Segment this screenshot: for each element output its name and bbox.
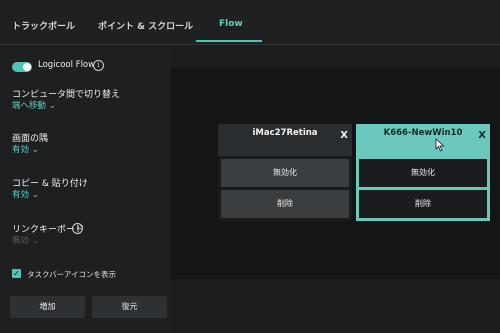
computer-name: K666-NewWin10: [383, 128, 463, 138]
computer-card-header[interactable]: K666-NewWin10 X: [356, 124, 490, 156]
computer-name: iMac27Retina: [252, 128, 318, 138]
tab-point-scroll[interactable]: ポイント & スクロール: [98, 19, 193, 32]
switch-computers-dropdown[interactable]: 端へ移動 ⌄: [12, 99, 56, 111]
copy-paste-value: 有効: [12, 190, 30, 200]
remove-button[interactable]: 削除: [359, 190, 487, 218]
close-icon[interactable]: X: [340, 127, 348, 145]
restore-button[interactable]: 復元: [92, 296, 167, 318]
chevron-down-icon: ⌄: [31, 190, 39, 200]
computer-card-win10[interactable]: K666-NewWin10 X 無効化 削除: [356, 124, 490, 221]
computer-card-imac[interactable]: iMac27Retina X 無効化 削除: [218, 124, 352, 221]
toggle-knob: [23, 63, 31, 71]
taskbar-icon-checkbox[interactable]: ✓: [12, 269, 21, 278]
screen-corner-value: 有効: [12, 145, 30, 155]
chevron-down-icon: ⌄: [48, 101, 56, 111]
tab-trackball[interactable]: トラックボール: [12, 19, 75, 32]
link-keyboard-value: 無効: [12, 236, 30, 246]
tab-flow[interactable]: Flow: [219, 19, 243, 29]
chevron-down-icon: ⌄: [31, 236, 39, 246]
close-icon[interactable]: X: [478, 127, 486, 145]
screen-corner-dropdown[interactable]: 有効 ⌄: [12, 143, 39, 155]
disable-button[interactable]: 無効化: [359, 159, 487, 187]
flow-title: Logicool Flow: [38, 60, 96, 70]
chevron-down-icon: ⌄: [31, 145, 39, 155]
flow-toggle[interactable]: [12, 62, 32, 72]
copy-paste-dropdown[interactable]: 有効 ⌄: [12, 188, 39, 200]
tab-bar: トラックボール ポイント & スクロール Flow: [0, 0, 500, 45]
link-keyboard-dropdown[interactable]: 無効 ⌄: [12, 234, 39, 246]
taskbar-icon-label: タスクバーアイコンを表示: [27, 270, 116, 279]
computer-card-header[interactable]: iMac27Retina X: [218, 124, 352, 156]
info-icon[interactable]: i: [72, 223, 83, 234]
mouse-cursor-icon: [435, 138, 445, 152]
disable-button[interactable]: 無効化: [221, 159, 349, 187]
active-tab-indicator: [196, 40, 262, 42]
info-icon[interactable]: i: [93, 60, 104, 71]
remove-button[interactable]: 削除: [221, 190, 349, 218]
switch-computers-value: 端へ移動: [12, 101, 47, 111]
add-button[interactable]: 増加: [10, 296, 85, 318]
